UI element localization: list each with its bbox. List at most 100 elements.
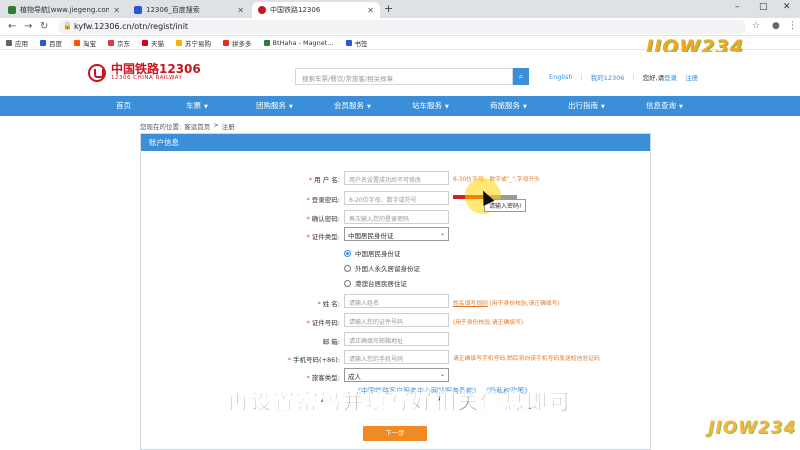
baidu-icon [40,39,46,46]
site-favicon-icon [8,6,16,14]
name-rules-link[interactable]: 姓名填写规则 [453,301,488,307]
required-marker: * [308,176,313,184]
watermark-logo-bottom: JIOW234 [708,418,796,438]
close-window-icon[interactable]: ✕ [783,2,791,12]
forward-icon[interactable]: → [24,21,32,32]
my-12306-link[interactable]: 我的12306 [591,72,625,82]
header-links: English | 我的12306 | 您好,请登录 注册 [549,72,698,82]
close-tab-icon[interactable]: ✕ [237,6,244,15]
label-text: 邮 箱: [322,338,340,346]
radio-checked-icon [344,249,351,257]
nav-tickets[interactable]: 车票 ▼ [186,96,208,116]
nav-business-service[interactable]: 商旅服务 ▼ [490,96,527,116]
browser-tab-12306[interactable]: 中国铁路12306 ✕ [252,2,380,18]
minimize-icon[interactable]: – [735,2,740,12]
nav-label: 团购服务 [256,101,286,110]
browser-toolbar: ← → ↻ 🔒 kyfw.12306.cn/otn/regist/init ☆ … [0,18,800,36]
required-marker: * [306,319,310,327]
bookmark-taobao[interactable]: 淘宝 [74,38,96,48]
maximize-icon[interactable]: □ [759,2,768,12]
close-tab-icon[interactable]: ✕ [113,6,120,15]
nav-label: 出行指南 [568,101,598,110]
chevron-down-icon: ▼ [445,104,449,110]
radio-unchecked-icon [344,279,351,287]
star-icon[interactable]: ☆ [752,21,760,31]
name-input[interactable]: 请输入姓名 [344,294,449,308]
jd-icon [108,39,114,46]
nav-label: 商旅服务 [490,101,520,110]
label-text: 证件类型: [311,233,340,241]
label-text: 登录密码: [311,196,340,204]
nav-label: 站车服务 [412,101,442,110]
url-text: kyfw.12306.cn/otn/regist/init [74,22,189,31]
nav-info-query[interactable]: 信息查询 ▼ [646,96,683,116]
confirm-password-input[interactable]: 再次输入您的登录密码 [344,210,449,224]
password-input[interactable]: 6-20位字母、数字或符号 [344,191,449,205]
tmall-icon [142,39,148,46]
account-icon[interactable]: ● [772,21,780,31]
breadcrumb-separator: > [213,121,219,129]
reload-icon[interactable]: ↻ [40,21,48,32]
label-text: 确认密码: [311,215,340,223]
bookmark-label: 拼多多 [232,39,252,48]
site-logo[interactable]: 中国铁路12306 12306 CHINA RAILWAY [88,63,201,82]
site-search-input[interactable]: 搜索车票/餐饮/常旅客/相关规章 [295,68,513,85]
nav-label: 会员服务 [334,101,364,110]
bookmark-apps[interactable]: 应用 [6,38,28,48]
nav-group-service[interactable]: 团购服务 ▼ [256,96,293,116]
login-link[interactable]: 登录 [664,74,677,82]
register-link[interactable]: 注册 [685,72,698,82]
tab-label: 植物导航[www.jiegeng.com]_初 [20,6,110,14]
bookmark-tmall[interactable]: 天猫 [142,38,164,48]
radio-foreigner-id[interactable]: 外国人永久居留身份证 [344,263,420,273]
nav-label: 车票 [186,101,201,110]
pinduoduo-icon [223,39,229,46]
suning-icon [176,39,182,46]
email-input[interactable]: 请正确填写邮箱地址 [344,332,449,346]
bookmark-folder[interactable]: 书签 [345,38,368,48]
label-text: 姓 名: [322,300,340,308]
browser-tab-baidu[interactable]: 12306_百度搜索 ✕ [128,2,250,18]
confirm-password-label: * 确认密码: [240,213,340,223]
next-step-button[interactable]: 下一步 [363,426,427,441]
bookmark-suning[interactable]: 苏宁易购 [176,38,211,48]
bookmark-label: 天猫 [151,39,164,48]
address-bar[interactable]: 🔒 kyfw.12306.cn/otn/regist/init [58,20,746,34]
bookmark-baidu[interactable]: 百度 [40,38,62,48]
radio-label: 外国人永久居留身份证 [355,265,420,273]
required-marker: * [317,300,321,308]
nav-home[interactable]: 首页 [116,96,131,116]
phone-input[interactable]: 请输入您的手机号码 [344,350,449,364]
new-tab-button[interactable]: + [384,2,393,15]
taobao-icon [74,39,80,46]
radio-hkmotw-permit[interactable]: 港澳台居民居住证 [344,278,407,288]
breadcrumb: 您现在的位置: 客运首页 > 注册 [140,121,235,131]
id-type-select[interactable]: 中国居民身份证 ⌄ [344,227,449,241]
bookmark-bthaha[interactable]: BtHaha - Magnet... [263,38,334,47]
name-hint: 姓名填写规则 (用于身份核验,请正确填写) [453,298,560,307]
baidu-favicon-icon [134,6,142,14]
passenger-type-select[interactable]: 成人 ⌄ [344,368,449,382]
browser-tab-jiegeng[interactable]: 植物导航[www.jiegeng.com]_初 ✕ [2,2,126,18]
username-input[interactable]: 用户名设置成功后不可修改 [344,171,449,185]
menu-icon[interactable]: ⋮ [788,21,797,31]
bookmark-pinduoduo[interactable]: 拼多多 [223,38,252,48]
nav-label: 信息查询 [646,101,676,110]
chevron-down-icon: ▼ [679,104,683,110]
video-subtitle: 再设置密码并填写好相关信息即可 [227,390,573,415]
close-tab-icon[interactable]: ✕ [367,6,374,15]
bookmark-label: 百度 [49,39,62,48]
nav-station-service[interactable]: 站车服务 ▼ [412,96,449,116]
bookmark-jd[interactable]: 京东 [108,38,130,48]
nav-member-service[interactable]: 会员服务 ▼ [334,96,371,116]
bookmark-label: BtHaha - Magnet... [272,38,334,47]
panel-title: 账户信息 [141,134,650,151]
breadcrumb-home-link[interactable]: 客运首页 [184,121,210,131]
radio-resident-id[interactable]: 中国居民身份证 [344,248,401,258]
id-number-input[interactable]: 请输入您的证件号码 [344,313,449,327]
railway-favicon-icon [258,6,266,14]
search-button[interactable]: ⌕ [513,68,529,85]
language-link[interactable]: English [549,73,572,81]
back-icon[interactable]: ← [8,21,16,32]
nav-travel-guide[interactable]: 出行指南 ▼ [568,96,605,116]
